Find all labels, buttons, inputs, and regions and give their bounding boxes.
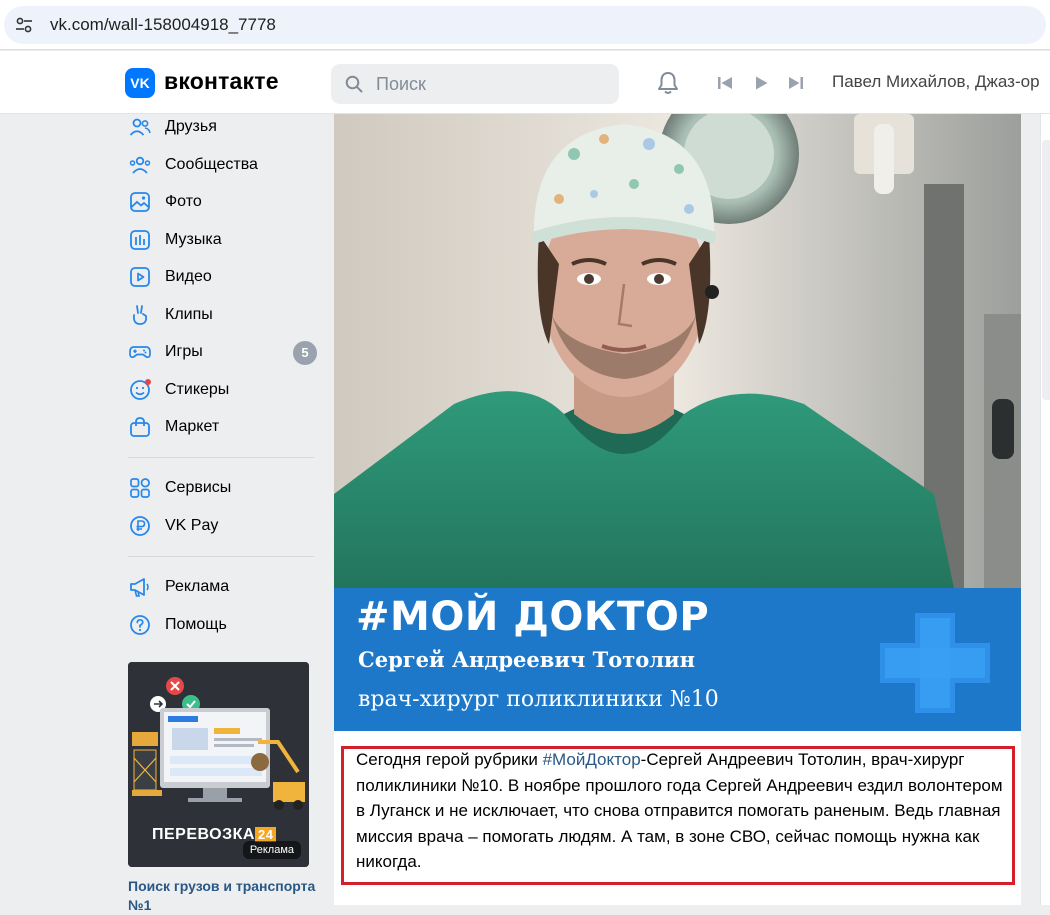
post-photo[interactable]: [334, 114, 1021, 588]
medical-cross-icon: [880, 613, 990, 713]
sidebar-item-label: Маркет: [165, 418, 220, 435]
friends-icon: [129, 118, 151, 136]
sidebar-item-label: Видео: [165, 268, 212, 285]
doctor-portrait-image: [334, 114, 1021, 588]
help-icon: [130, 615, 150, 635]
games-count-badge: 5: [293, 341, 317, 365]
ad-title-link[interactable]: Поиск грузов и транспорта №1: [128, 877, 318, 915]
play-icon[interactable]: [752, 74, 770, 92]
hashtag-link[interactable]: #МойДоктор: [543, 750, 641, 769]
communities-icon: [129, 156, 151, 174]
ad-label-badge: Реклама: [242, 841, 301, 859]
browser-address-bar: vk.com/wall-158004918_7778: [0, 0, 1050, 50]
url-text[interactable]: vk.com/wall-158004918_7778: [50, 15, 276, 35]
now-playing-track[interactable]: Павел Михайлов, Джаз-ор: [832, 72, 1050, 92]
vkpay-icon: [130, 516, 150, 536]
sidebar-item-label: Музыка: [165, 231, 222, 248]
sidebar-item-label: VK Pay: [165, 517, 219, 534]
sidebar-ad-image[interactable]: ПЕРЕВОЗКА 24 Реклама: [128, 662, 309, 867]
sidebar-item-label: Стикеры: [165, 381, 230, 398]
sidebar-item-clips[interactable]: Клипы: [128, 303, 318, 333]
banner-doctor-role: врач-хирург поликлиники №10: [358, 687, 719, 712]
previous-track-icon[interactable]: [716, 74, 734, 92]
banner-doctor-name: Сергей Андреевич Тотолин: [358, 647, 696, 672]
sidebar-item-help[interactable]: Помощь: [128, 613, 318, 643]
sidebar-item-stickers[interactable]: Стикеры: [128, 378, 318, 408]
search-icon: [345, 75, 363, 93]
sidebar-item-music[interactable]: Музыка: [128, 228, 318, 258]
market-icon: [130, 417, 150, 437]
photo-icon: [130, 192, 150, 212]
next-track-icon[interactable]: [787, 74, 805, 92]
sidebar-item-services[interactable]: Сервисы: [128, 476, 318, 506]
music-icon: [130, 230, 150, 250]
stickers-icon: [130, 379, 151, 400]
sidebar-item-market[interactable]: Маркет: [128, 415, 318, 445]
sidebar-item-label: Сервисы: [165, 479, 232, 496]
search-input[interactable]: Поиск: [331, 64, 619, 104]
search-placeholder: Поиск: [376, 74, 426, 94]
sidebar-item-label: Помощь: [165, 616, 227, 633]
url-field[interactable]: vk.com/wall-158004918_7778: [4, 6, 1046, 44]
sidebar-item-label: Фото: [165, 193, 202, 210]
post-text-intro: Сегодня герой рубрики: [356, 750, 543, 769]
vk-header: VK вконтакте Поиск Павел Михайлов, Джаз-…: [0, 51, 1050, 114]
post-text: Сегодня герой рубрики #МойДоктор-Сергей …: [356, 747, 1006, 875]
sidebar-item-ads[interactable]: Реклама: [128, 575, 318, 605]
ad-brand-text: ПЕРЕВОЗКА: [152, 826, 255, 843]
sidebar-item-communities[interactable]: Сообщества: [128, 153, 318, 183]
brand-name[interactable]: вконтакте: [164, 68, 279, 95]
video-icon: [130, 267, 150, 287]
ads-icon: [130, 578, 149, 597]
wall-post: #МОЙ ДОКТОР Сергей Андреевич Тотолин вра…: [334, 114, 1021, 905]
ad-brand-number: 24: [254, 827, 277, 842]
sidebar-item-video[interactable]: Видео: [128, 265, 318, 295]
site-settings-icon[interactable]: [14, 15, 34, 35]
menu-divider: [128, 457, 314, 458]
games-icon: [129, 346, 151, 359]
banner-hashtag: #МОЙ ДОКТОР: [356, 594, 710, 640]
sidebar-item-games[interactable]: Игры 5: [128, 340, 318, 370]
sidebar-item-label: Сообщества: [165, 156, 258, 173]
sidebar-item-photos[interactable]: Фото: [128, 190, 318, 220]
post-banner: #МОЙ ДОКТОР Сергей Андреевич Тотолин вра…: [334, 588, 1021, 731]
sidebar-item-label: Реклама: [165, 578, 230, 595]
sidebar-item-label: Друзья: [165, 118, 217, 135]
vk-logo-icon[interactable]: VK: [125, 68, 155, 98]
clips-icon: [132, 305, 148, 325]
services-icon: [130, 478, 150, 498]
sidebar-item-vkpay[interactable]: VK Pay: [128, 514, 318, 544]
menu-divider: [128, 556, 314, 557]
sidebar-item-label: Клипы: [165, 306, 213, 323]
sidebar-item-friends[interactable]: Друзья: [128, 115, 318, 145]
right-panel-card: [1042, 140, 1050, 400]
sidebar-item-label: Игры: [165, 343, 203, 360]
notifications-bell-icon[interactable]: [655, 70, 681, 96]
